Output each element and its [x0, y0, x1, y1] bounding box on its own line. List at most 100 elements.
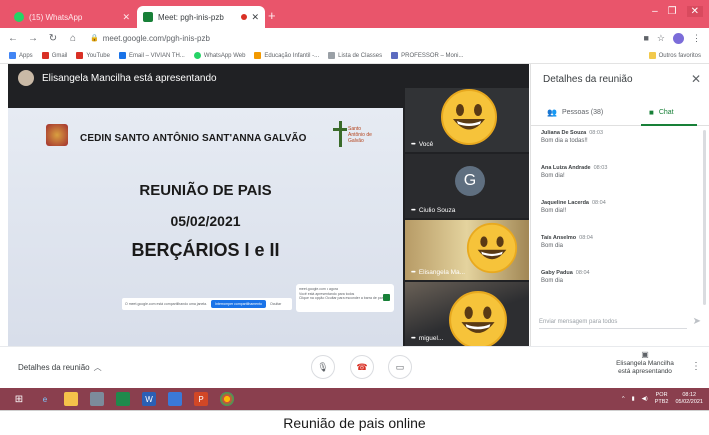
tab-people-label: Pessoas (38)	[561, 109, 604, 116]
camera-icon: ▭	[395, 361, 405, 372]
participant-avatar: G	[455, 166, 485, 196]
leave-call-button[interactable]: ☎	[350, 355, 374, 379]
close-tab-icon[interactable]: ✕	[251, 12, 259, 23]
camera-indicator-icon[interactable]: ■	[643, 33, 648, 43]
youtube-icon	[76, 52, 84, 59]
tab-people[interactable]: 👥 Pessoas (38)	[547, 108, 603, 117]
bookmark-professor[interactable]: PROFESSOR – Moni...	[391, 52, 464, 59]
bookmark-label: Outros favoritos	[658, 52, 701, 59]
edge-icon[interactable]: e	[38, 392, 52, 406]
panel-tabs: 👥 Pessoas (38) ■ Chat	[531, 100, 709, 126]
file-explorer-icon[interactable]	[64, 392, 78, 406]
close-icon[interactable]: ✕	[691, 72, 701, 86]
participant-name: ••• Você	[411, 141, 433, 148]
forward-icon[interactable]: →	[26, 33, 40, 44]
folder-icon	[648, 52, 656, 59]
stop-sharing-button[interactable]: Interromper compartilhamento	[211, 300, 266, 308]
chat-scrollbar[interactable]	[703, 130, 706, 305]
tab-meet[interactable]: Meet: pgh-inis-pzb ✕	[137, 6, 265, 28]
maximize-icon[interactable]: ❐	[668, 6, 677, 17]
site-icon	[391, 52, 399, 59]
chat-app-icon[interactable]	[168, 392, 182, 406]
participant-name-text: Elisangela Ma...	[418, 269, 466, 276]
tab-whatsapp[interactable]: (15) WhatsApp ✕	[8, 6, 136, 28]
keyboard-layout: PTB2	[654, 399, 669, 405]
tab-chat[interactable]: ■ Chat	[649, 108, 674, 117]
message-time: 08:04	[579, 235, 593, 241]
home-icon[interactable]: ⌂	[66, 33, 80, 44]
presenter-banner: Elisangela Mancilha está apresentando	[18, 68, 217, 88]
network-icon[interactable]: ▮	[632, 396, 635, 402]
bookmark-youtube[interactable]: YouTube	[76, 52, 110, 59]
hide-share-bar-button[interactable]: Ocultar	[270, 302, 281, 306]
meeting-details-panel: Detalhes da reunião ✕ 👥 Pessoas (38) ■ C…	[530, 64, 709, 346]
share-bar-text: O meet.google.com está compartilhando um…	[125, 302, 208, 306]
tab-label: (15) WhatsApp	[29, 12, 83, 22]
bookmark-gmail[interactable]: Gmail	[41, 52, 67, 59]
message-header: Ana Luiza Andrade 08:03	[541, 165, 701, 171]
participant-name-text: miguel...	[418, 335, 444, 342]
close-tab-icon[interactable]: ✕	[122, 12, 130, 23]
message-text: Bom dia	[541, 243, 564, 249]
chrome-icon[interactable]	[220, 392, 234, 406]
windows-start-icon[interactable]: ⊞	[12, 392, 26, 406]
chevron-up-icon: ︿	[93, 363, 102, 372]
message-time: 08:04	[592, 200, 606, 206]
message-time: 08:03	[593, 165, 608, 171]
camera-button[interactable]: ▭	[388, 355, 412, 379]
bookmark-educacao[interactable]: Educação Infantil -...	[254, 52, 319, 59]
present-screen-icon: ▣	[641, 350, 649, 359]
url-field[interactable]: 🔒 meet.google.com/pgh-inis-pzb	[90, 34, 643, 43]
menu-icon[interactable]: ⋮	[692, 33, 701, 44]
url-text: meet.google.com/pgh-inis-pzb	[102, 33, 210, 43]
bookmark-whatsapp-web[interactable]: WhatsApp Web	[193, 52, 245, 59]
clock[interactable]: 08:12 05/02/2021	[675, 392, 703, 406]
send-icon[interactable]: ➤	[693, 316, 701, 327]
smiley-face-icon	[466, 222, 518, 274]
school-name: CEDIN SANTO ANTÔNIO SANT'ANNA GALVÃO	[80, 133, 307, 144]
presenting-notification: meet.google.com • agora Você está aprese…	[296, 284, 394, 312]
close-window-icon[interactable]: ✕	[686, 6, 703, 17]
whatsapp-icon	[14, 12, 24, 22]
more-options-icon[interactable]: ⋮	[691, 361, 701, 372]
slide-date: 05/02/2021	[170, 213, 241, 229]
tray-chevron-icon[interactable]: ^	[622, 396, 625, 402]
reload-icon[interactable]: ↻	[46, 33, 60, 44]
participant-name-text: Você	[418, 141, 434, 148]
smiley-face-icon	[449, 291, 507, 349]
volume-icon[interactable]: ◀)	[642, 396, 648, 402]
star-icon[interactable]: ☆	[657, 33, 665, 44]
notification-body: Clique na opção Ocultar para esconder a …	[299, 296, 391, 301]
chat-input[interactable]: Enviar mensagem para todos	[539, 319, 687, 329]
participant-tile[interactable]: G ••• Ciulio Souza	[405, 154, 529, 218]
language-code: POR	[655, 392, 668, 398]
meeting-controls: Detalhes da reunião ︿ 🎙 ☎ ▭ ▣ Elisangela …	[0, 346, 709, 388]
school-crest-logo	[46, 124, 68, 146]
back-icon[interactable]: ←	[6, 33, 20, 44]
bookmark-other-favorites[interactable]: Outros favoritos	[648, 52, 701, 59]
message-text: Bom dia	[541, 278, 564, 284]
meeting-details-button[interactable]: Detalhes da reunião ︿	[18, 362, 102, 373]
meet-icon	[383, 294, 390, 301]
bookmark-lista-classes[interactable]: Lista de Classes	[328, 52, 382, 59]
image-caption: Reunião de pais online	[0, 410, 709, 435]
message-author: Ana Luiza Andrade	[541, 165, 591, 171]
address-bar: ← → ↻ ⌂ 🔒 meet.google.com/pgh-inis-pzb ■…	[0, 28, 709, 48]
message-author: Taís Anselmo	[541, 235, 577, 241]
message-header: Gaby Padua 08:04	[541, 270, 701, 276]
system-tray: ^ ▮ ◀) POR PTB2 08:12 05/02/2021	[622, 392, 703, 406]
powerpoint-icon[interactable]: P	[194, 392, 208, 406]
microphone-button[interactable]: 🎙	[311, 355, 335, 379]
app-icon[interactable]	[90, 392, 104, 406]
bookmark-label: Apps	[19, 52, 33, 59]
profile-avatar[interactable]	[673, 32, 684, 44]
clock-time: 08:12	[682, 392, 697, 398]
presenting-status[interactable]: ▣ Elisangela Mancilha está apresentando	[600, 351, 690, 376]
word-icon[interactable]: W	[142, 392, 156, 406]
bookmark-email[interactable]: Email – VIVIAN TH...	[118, 52, 185, 59]
new-tab-button[interactable]: +	[268, 8, 276, 23]
minimize-icon[interactable]: –	[652, 6, 658, 17]
spreadsheet-icon[interactable]	[116, 392, 130, 406]
keyboard-language[interactable]: POR PTB2	[655, 392, 669, 406]
bookmark-apps[interactable]: Apps	[9, 52, 33, 59]
